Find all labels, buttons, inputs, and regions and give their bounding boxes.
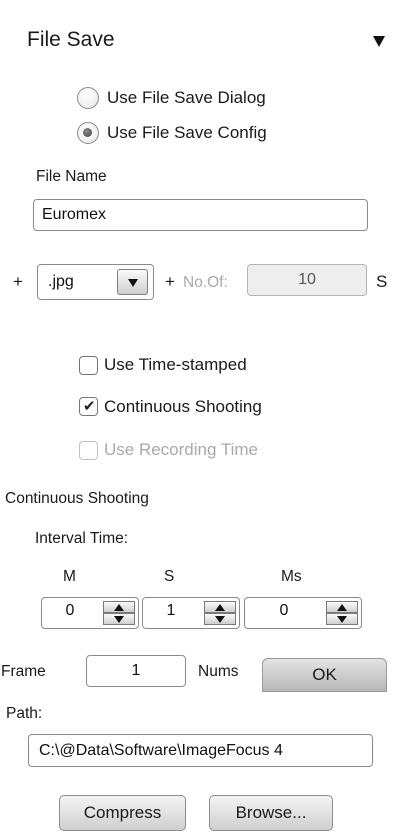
radio-label-config: Use File Save Config [107, 123, 267, 142]
path-input[interactable]: C:\@Data\Software\ImageFocus 4 [28, 734, 373, 767]
suffix-s-label: S [376, 272, 388, 291]
no-of-value: 10 [298, 271, 316, 288]
minutes-label: M [63, 568, 76, 585]
arrow-up-icon [114, 604, 124, 611]
compress-button[interactable]: Compress [59, 795, 186, 831]
arrow-down-icon [114, 616, 124, 623]
arrow-up-icon [215, 604, 225, 611]
minutes-down-button[interactable] [103, 613, 135, 625]
checkbox-recording-time [79, 441, 98, 460]
file-name-input[interactable]: Euromex [33, 199, 368, 231]
radio-use-file-save-dialog[interactable] [77, 87, 99, 109]
format-select-value: .jpg [48, 273, 74, 290]
file-name-label: File Name [36, 168, 107, 185]
format-dropdown-button[interactable] [117, 269, 148, 295]
checkbox-time-stamped[interactable] [79, 356, 98, 375]
plus-sign-2: + [165, 272, 175, 291]
millis-up-button[interactable] [326, 601, 358, 613]
checkbox-label-recording-time: Use Recording Time [104, 440, 259, 459]
no-of-input: 10 [247, 264, 367, 296]
minutes-value: 0 [65, 602, 75, 619]
file-name-value: Euromex [42, 206, 107, 223]
path-value: C:\@Data\Software\ImageFocus 4 [39, 741, 283, 759]
no-of-label: No.Of: [183, 274, 228, 291]
chevron-down-icon [128, 279, 138, 287]
seconds-spinner[interactable]: 1 [142, 597, 240, 629]
nums-label: Nums [198, 663, 239, 680]
frame-input[interactable]: 1 [86, 655, 186, 687]
millis-down-button[interactable] [326, 613, 358, 625]
arrow-up-icon [337, 604, 347, 611]
millis-value: 0 [279, 602, 289, 619]
seconds-value: 1 [166, 602, 176, 619]
radio-label-dialog: Use File Save Dialog [107, 88, 266, 107]
minutes-up-button[interactable] [103, 601, 135, 613]
panel-title: File Save [27, 28, 115, 51]
seconds-down-button[interactable] [204, 613, 236, 625]
checkbox-label-continuous: Continuous Shooting [104, 397, 262, 416]
checkbox-continuous-shooting[interactable]: ✔ [79, 397, 98, 416]
radio-use-file-save-config[interactable] [77, 122, 99, 144]
check-icon: ✔ [83, 398, 96, 415]
seconds-up-button[interactable] [204, 601, 236, 613]
seconds-label: S [164, 568, 175, 585]
ok-button[interactable]: OK [262, 658, 387, 692]
browse-button[interactable]: Browse... [209, 795, 333, 831]
plus-sign: + [13, 272, 23, 291]
path-label: Path: [6, 705, 43, 722]
arrow-down-icon [337, 616, 347, 623]
interval-time-label: Interval Time: [35, 530, 129, 547]
frame-label: Frame [1, 663, 46, 680]
continuous-section-label: Continuous Shooting [5, 490, 149, 507]
millis-spinner[interactable]: 0 [244, 597, 362, 629]
millis-label: Ms [281, 568, 302, 585]
triangle-down-icon[interactable] [373, 36, 385, 47]
minutes-spinner[interactable]: 0 [41, 597, 139, 629]
arrow-down-icon [215, 616, 225, 623]
format-select[interactable]: .jpg [37, 264, 154, 300]
frame-value: 1 [131, 662, 141, 679]
checkbox-label-time-stamped: Use Time-stamped [104, 355, 247, 374]
